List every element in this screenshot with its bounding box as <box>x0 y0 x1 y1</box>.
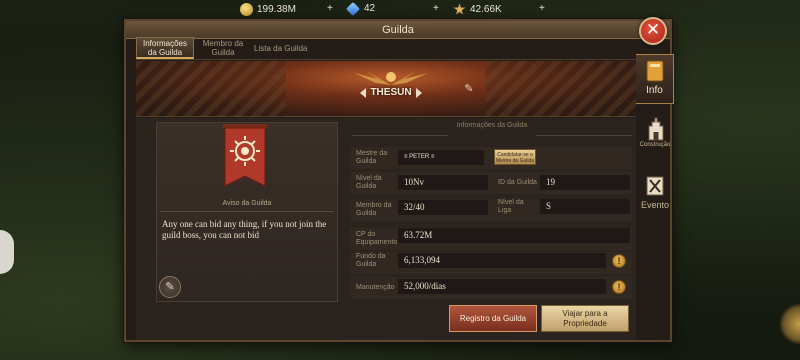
tab-guild-list[interactable]: Lista da Guilda <box>252 37 316 59</box>
sidenav-event-label: Evento <box>640 200 670 210</box>
travel-to-property-button[interactable]: Viajar para a Propriedade <box>541 305 629 332</box>
close-icon: ✕ <box>645 20 661 40</box>
info-rule-right <box>536 135 632 136</box>
members-value: 32/40 <box>398 200 488 215</box>
notice-label: Aviso da Guilda <box>222 200 272 207</box>
gem-icon <box>345 1 361 16</box>
fund-value: 6,133,094 <box>398 253 606 268</box>
fund-label: Fundo da Guilda <box>356 253 386 268</box>
sidenav-construction-label: Construção <box>639 142 671 148</box>
pencil-icon: ✎ <box>165 280 175 293</box>
edit-notice-button[interactable]: ✎ <box>159 276 181 298</box>
guild-banner: THESUN <box>136 61 636 117</box>
guild-name: THESUN <box>370 87 412 98</box>
castle-icon <box>648 117 664 141</box>
info-rule-left <box>352 135 448 136</box>
cp-value: 63.72M <box>398 228 630 243</box>
id-value: 19 <box>540 175 630 190</box>
banner-ornament-right <box>486 61 636 117</box>
fund-info-button[interactable]: ! <box>612 254 626 268</box>
pencil-icon: ✎ <box>464 82 474 95</box>
gold-amount: 199.38M <box>257 4 296 15</box>
members-label: Membro da Guilda <box>356 202 392 217</box>
close-button[interactable]: ✕ <box>639 17 667 45</box>
crossed-swords-icon <box>646 176 664 196</box>
banner-ornament-left <box>136 61 286 117</box>
maintenance-label: Manutenção <box>356 284 395 291</box>
guild-registry-button[interactable]: Registro da Guilda <box>449 305 537 332</box>
gold-resource: 199.38M <box>240 3 296 16</box>
maintenance-value: 52,000/dias <box>398 279 606 294</box>
edit-name-button[interactable]: ✎ <box>462 82 476 96</box>
master-name: PETER <box>409 154 430 160</box>
tab-guild-info[interactable]: Informações da Guilda <box>136 37 194 59</box>
tab-guild-members[interactable]: Membro da Guilda <box>194 37 252 59</box>
sidenav-info-label: Info <box>646 85 663 96</box>
guild-flag-icon <box>223 124 267 187</box>
sidenav-info[interactable]: Info <box>636 54 674 104</box>
add-gold-button[interactable]: + <box>327 3 333 14</box>
power-amount: 42.66K <box>470 4 502 15</box>
gems-resource: 42 <box>345 1 376 16</box>
league-label: Nível da Liga <box>498 199 524 214</box>
exclamation-icon: ! <box>617 256 621 266</box>
resource-bar: 199.38M + 42 + 42.66K + <box>230 0 570 20</box>
maintenance-info-button[interactable]: ! <box>612 280 626 294</box>
sidenav-construction[interactable]: Construção <box>636 114 674 158</box>
wing-crest-icon <box>354 71 428 85</box>
master-label: Mestre da Guilda <box>356 150 388 165</box>
apply-master-button[interactable]: Candidatar-se a Mestre da Guilda <box>494 149 536 165</box>
master-value: ≡ PETER ≡ <box>398 150 484 165</box>
power-resource: 42.66K <box>453 3 502 16</box>
id-label: ID da Guilda <box>498 179 537 186</box>
cp-label: CP do Equipamento <box>356 231 398 246</box>
gem-amount: 42 <box>364 3 376 14</box>
info-title: Informações da Guilda <box>456 122 528 129</box>
book-icon <box>646 60 663 82</box>
notice-divider <box>160 211 334 212</box>
notice-text: Any one can bid any thing, if you not jo… <box>162 219 327 240</box>
sidenav-event[interactable]: Evento <box>636 174 674 218</box>
level-label: Nível da Guilda <box>356 175 382 190</box>
league-value: S <box>540 199 630 214</box>
gold-coin-icon <box>240 3 253 16</box>
star-badge-icon <box>453 3 466 15</box>
add-gems-button[interactable]: + <box>433 3 439 14</box>
add-power-button[interactable]: + <box>539 3 545 14</box>
level-value: 10Nv <box>398 175 488 190</box>
map-marker-icon[interactable] <box>778 304 800 344</box>
tab-bar: Informações da Guilda Membro da Guilda L… <box>136 37 636 60</box>
exclamation-icon: ! <box>617 282 621 292</box>
